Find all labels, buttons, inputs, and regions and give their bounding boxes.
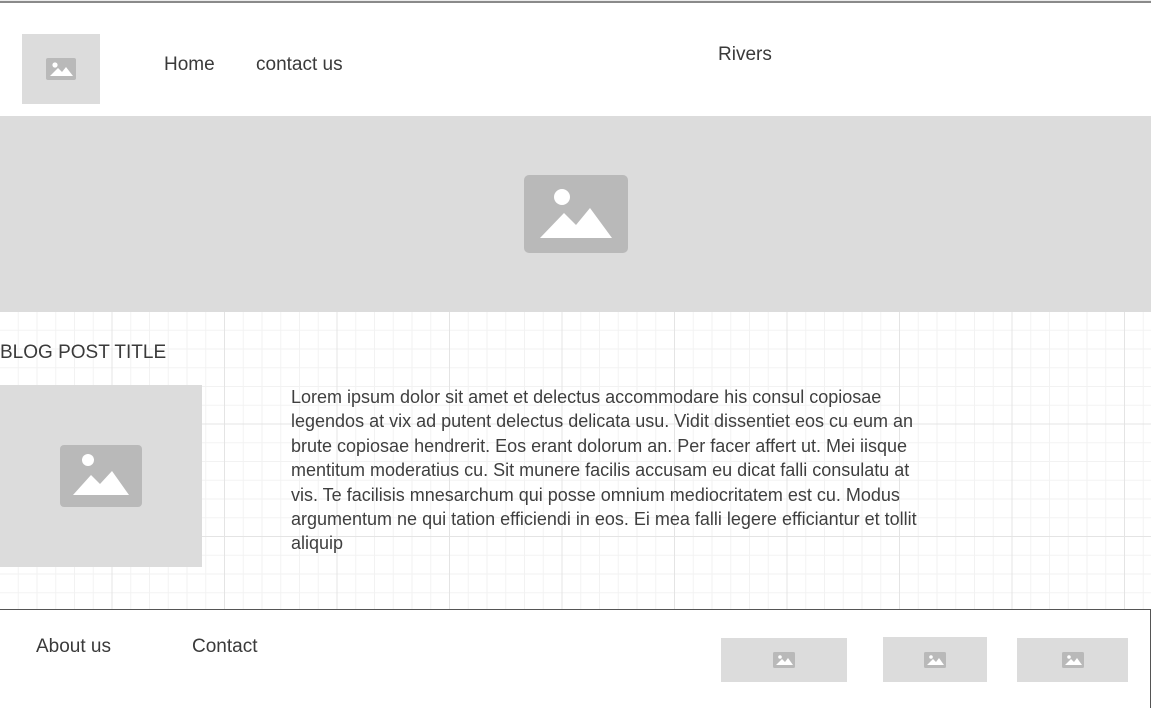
nav-link-home[interactable]: Home <box>164 54 215 76</box>
image-placeholder-icon <box>523 175 628 253</box>
post-body-text: Lorem ipsum dolor sit amet et delectus a… <box>291 387 917 554</box>
logo[interactable] <box>22 34 100 104</box>
footer-link-contact[interactable]: Contact <box>192 636 257 658</box>
top-border <box>0 0 1151 3</box>
hero-banner <box>0 116 1151 312</box>
image-placeholder-icon <box>924 651 946 668</box>
image-placeholder-icon <box>60 445 142 507</box>
footer-image-3[interactable] <box>1017 638 1128 682</box>
blog-post-section: BLOG POST TITLE Lorem ipsum dolor sit am… <box>0 312 1151 609</box>
site-title: Rivers <box>718 44 772 65</box>
image-placeholder-icon <box>773 652 795 668</box>
footer-link-about-us[interactable]: About us <box>36 636 111 658</box>
nav-link-contact-us[interactable]: contact us <box>256 54 343 76</box>
footer-image-2[interactable] <box>883 637 987 682</box>
site-header: Home contact us Rivers <box>0 5 1151 116</box>
footer-image-1[interactable] <box>721 638 847 682</box>
image-placeholder-icon <box>46 58 76 80</box>
post-title: BLOG POST TITLE <box>0 342 167 363</box>
site-footer: About us Contact <box>0 609 1151 708</box>
post-image <box>0 385 202 567</box>
image-placeholder-icon <box>1061 652 1084 668</box>
